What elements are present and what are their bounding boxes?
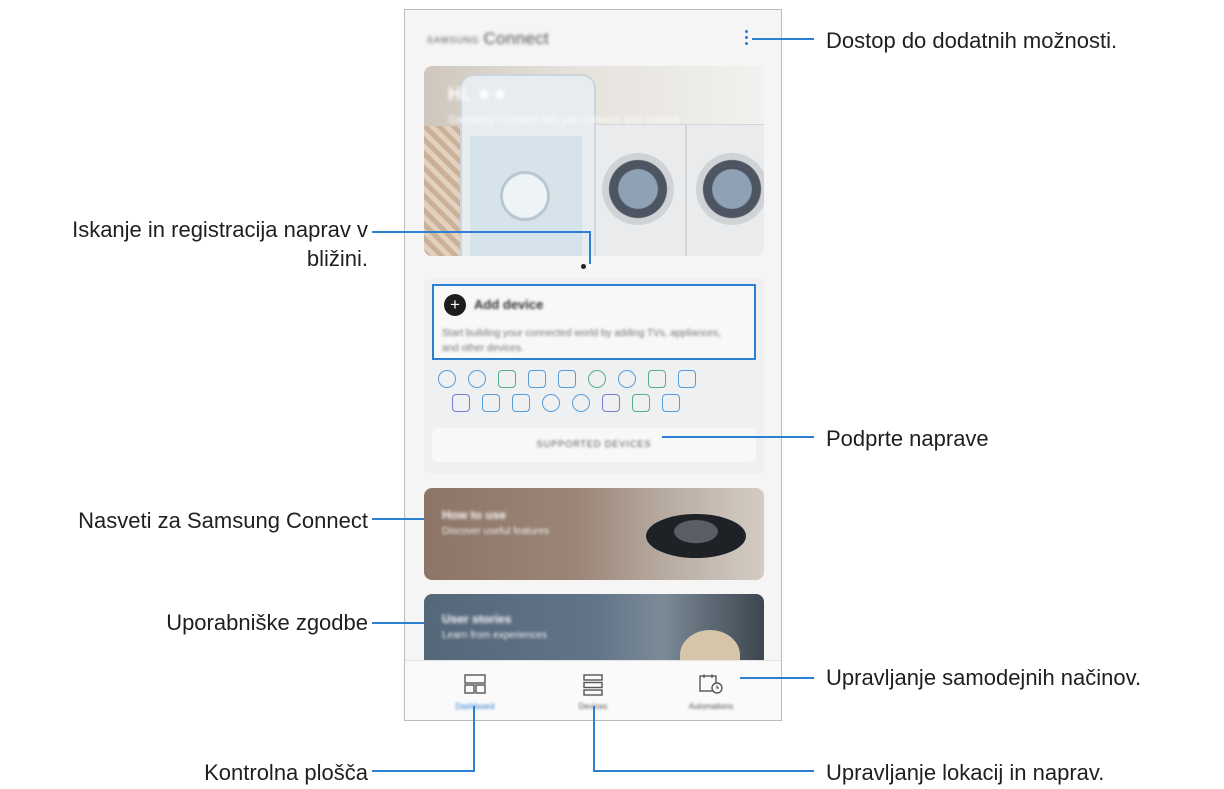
callout-automations: Upravljanje samodejnih načinov.	[826, 665, 1142, 690]
callout-line-dashboard	[372, 706, 475, 772]
callout-line-locations	[593, 706, 814, 772]
callout-user-stories: Uporabniške zgodbe	[166, 610, 368, 635]
callout-more-options: Dostop do dodatnih možnosti.	[826, 28, 1118, 53]
callout-locations-devices: Upravljanje lokacij in naprav.	[826, 760, 1105, 785]
callout-tips: Nasveti za Samsung Connect	[78, 508, 368, 533]
callout-supported-devices: Podprte naprave	[826, 426, 989, 451]
callout-line-scan-register	[372, 231, 591, 264]
callout-scan-register-line2: bližini.	[306, 246, 368, 271]
callout-dashboard: Kontrolna plošča	[204, 760, 368, 785]
callout-scan-register-line1: Iskanje in registracija naprav v	[72, 217, 368, 242]
